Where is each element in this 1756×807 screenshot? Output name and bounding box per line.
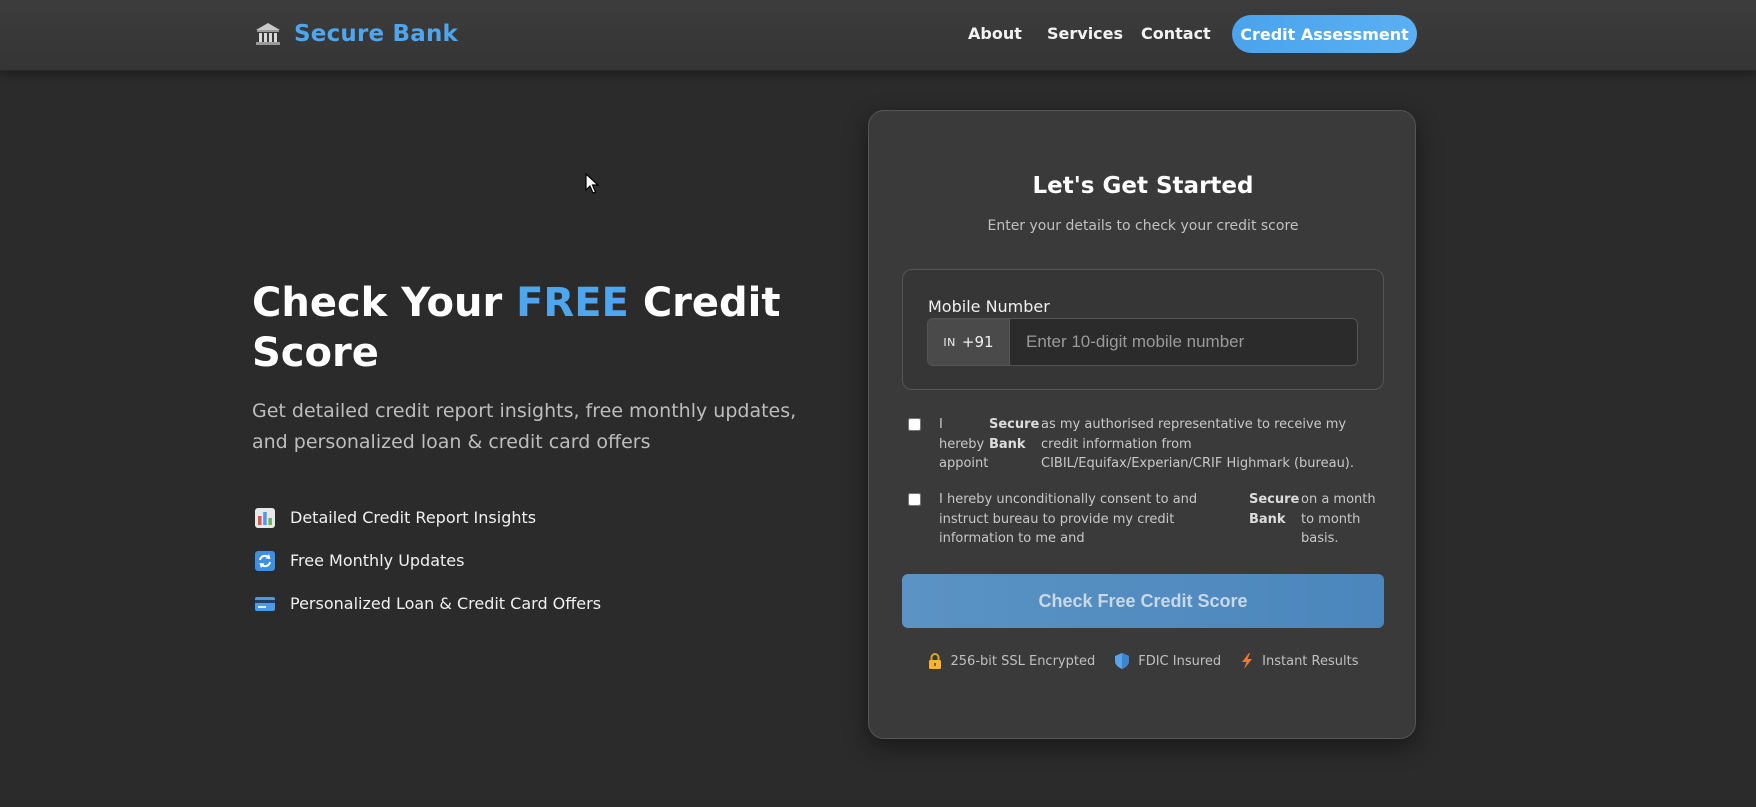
mouse-cursor-icon [585, 173, 599, 194]
bank-building-icon [256, 23, 280, 45]
lightning-icon [1242, 653, 1253, 669]
consent-text: I hereby appoint [939, 417, 989, 471]
hero-title-highlight: FREE [516, 280, 629, 326]
top-navbar: Secure Bank About Services Contact Credi… [0, 0, 1756, 71]
hero-section: Check Your FREE Credit Score Get detaile… [252, 278, 812, 458]
feature-item: Free Monthly Updates [254, 539, 601, 582]
mobile-number-input[interactable] [1010, 319, 1357, 365]
feature-item: Personalized Loan & Credit Card Offers [254, 582, 601, 625]
feature-list: Detailed Credit Report Insights Free Mon… [254, 496, 601, 625]
badge-text: 256-bit SSL Encrypted [950, 653, 1096, 669]
brand-name: Secure Bank [294, 21, 459, 47]
mobile-number-label: Mobile Number [928, 297, 1050, 316]
nav-link-contact[interactable]: Contact [1141, 24, 1211, 43]
consent-text: I hereby unconditionally consent to and … [939, 492, 1198, 546]
trust-badge: FDIC Insured [1115, 653, 1221, 669]
country-flag: IN [943, 335, 956, 349]
hero-title-prefix: Check Your [252, 280, 517, 326]
check-credit-score-button[interactable]: Check Free Credit Score [902, 574, 1384, 628]
consent-bureau: I hereby unconditionally consent to and … [908, 490, 1388, 549]
consent-authorisation: I hereby appoint Secure Bank as my autho… [908, 415, 1388, 474]
credit-score-form-card: Let's Get Started Enter your details to … [868, 110, 1416, 739]
shield-icon [1115, 653, 1130, 669]
consent-text: as my authorised representative to recei… [1041, 417, 1355, 471]
hero-subtitle: Get detailed credit report insights, fre… [252, 400, 797, 453]
consent-bank-name: Secure Bank [1249, 492, 1300, 527]
nav-link-services[interactable]: Services [1047, 24, 1123, 43]
feature-text: Personalized Loan & Credit Card Offers [290, 594, 602, 613]
bar-chart-icon [255, 507, 275, 528]
country-code: +91 [961, 333, 994, 351]
phone-field: IN +91 [927, 318, 1358, 366]
brand-logo[interactable]: Secure Bank [254, 20, 458, 48]
feature-text: Free Monthly Updates [290, 551, 465, 570]
trust-badge: Instant Results [1241, 653, 1358, 669]
credit-assessment-button[interactable]: Credit Assessment [1232, 15, 1417, 53]
hero-title: Check Your FREE Credit Score [252, 278, 812, 378]
credit-card-icon [255, 596, 275, 611]
form-subtitle: Enter your details to check your credit … [987, 218, 1299, 234]
trust-badge: 256-bit SSL Encrypted [928, 653, 1096, 669]
mobile-number-group: Mobile Number IN +91 [902, 269, 1384, 390]
feature-item: Detailed Credit Report Insights [254, 496, 601, 539]
form-title: Let's Get Started [1032, 173, 1254, 199]
badge-text: Instant Results [1262, 653, 1359, 669]
feature-text: Detailed Credit Report Insights [290, 508, 537, 527]
lock-icon [928, 653, 941, 669]
badge-text: FDIC Insured [1138, 653, 1222, 669]
trust-badges: 256-bit SSL Encrypted FDIC Insured Insta… [869, 653, 1417, 669]
consent-bank-name: Secure Bank [989, 417, 1040, 452]
nav-link-about[interactable]: About [968, 24, 1022, 43]
refresh-icon [255, 550, 275, 571]
consent-bureau-checkbox[interactable] [908, 493, 921, 506]
consent-text: on a month to month basis. [1301, 492, 1376, 546]
country-code-selector[interactable]: IN +91 [928, 319, 1010, 365]
consent-authorisation-checkbox[interactable] [908, 418, 921, 431]
